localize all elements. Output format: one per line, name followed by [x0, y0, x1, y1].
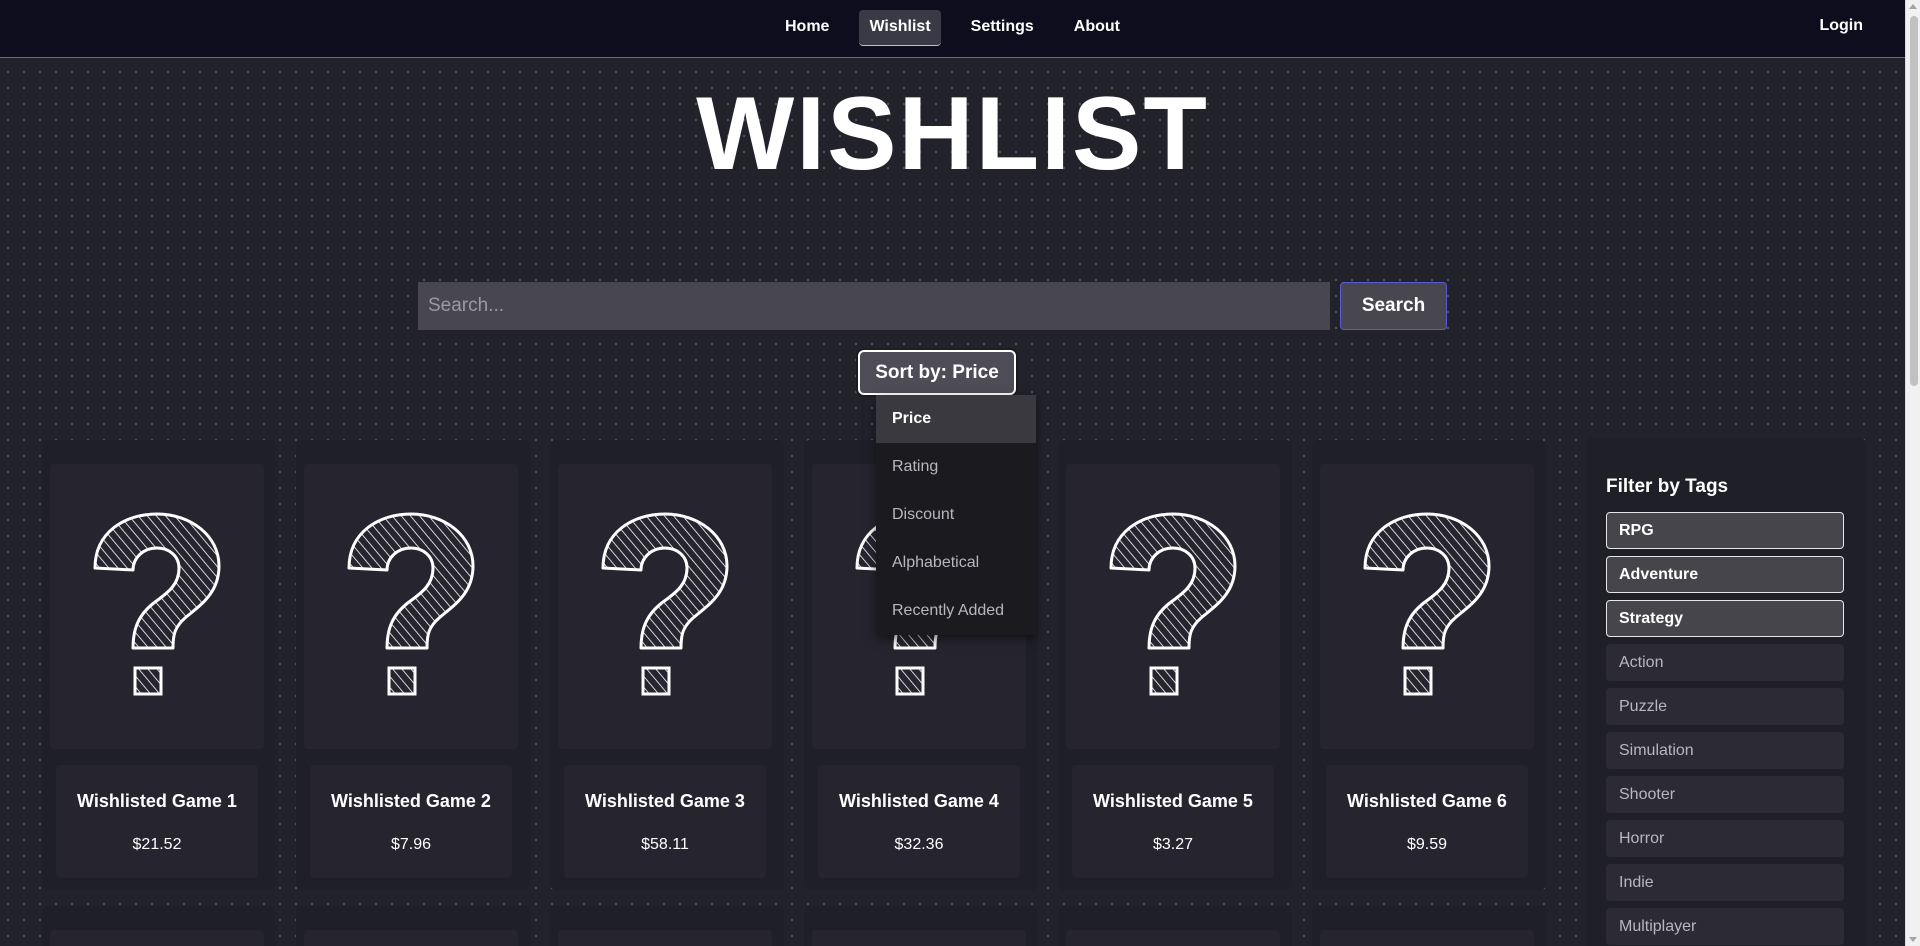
game-price: $3.27 [1152, 836, 1194, 853]
game-card-partial[interactable] [296, 906, 530, 946]
tag-simulation[interactable]: Simulation [1606, 732, 1844, 769]
sort-button[interactable]: Sort by: Price [858, 350, 1016, 395]
game-card[interactable]: Wishlisted Game 1 $21.52 [42, 440, 276, 890]
scroll-thumb[interactable] [1910, 16, 1918, 386]
game-title[interactable]: Wishlisted Game 1 [56, 791, 258, 812]
page-title: WISHLIST [696, 76, 1209, 192]
game-info: Wishlisted Game 6 $9.59 [1326, 765, 1528, 878]
game-title[interactable]: Wishlisted Game 4 [818, 791, 1020, 812]
game-card[interactable]: Wishlisted Game 6 $9.59 [1312, 440, 1546, 890]
nav-links: Home Wishlist Settings About [0, 10, 1905, 46]
nav-settings[interactable]: Settings [961, 10, 1044, 46]
tag-adventure[interactable]: Adventure [1606, 556, 1844, 593]
game-title[interactable]: Wishlisted Game 5 [1072, 791, 1274, 812]
search-button[interactable]: Search [1340, 282, 1447, 330]
game-title[interactable]: Wishlisted Game 6 [1326, 791, 1528, 812]
game-card-partial[interactable] [1058, 906, 1292, 946]
game-image[interactable] [1066, 464, 1280, 749]
game-info: Wishlisted Game 3 $58.11 [564, 765, 766, 878]
nav-about[interactable]: About [1064, 10, 1130, 46]
tag-shooter[interactable]: Shooter [1606, 776, 1844, 813]
tag-strategy[interactable]: Strategy [1606, 600, 1844, 637]
game-title[interactable]: Wishlisted Game 2 [310, 791, 512, 812]
sort-dropdown-menu: Price Rating Discount Alphabetical Recen… [876, 395, 1036, 635]
sort-option-recently-added[interactable]: Recently Added [876, 587, 1036, 635]
game-card-partial[interactable] [804, 906, 1038, 946]
game-price: $9.59 [1406, 836, 1448, 853]
sort-option-alphabetical[interactable]: Alphabetical [876, 539, 1036, 587]
game-info: Wishlisted Game 1 $21.52 [56, 765, 258, 878]
game-info: Wishlisted Game 5 $3.27 [1072, 765, 1274, 878]
game-image[interactable] [1320, 464, 1534, 749]
tag-puzzle[interactable]: Puzzle [1606, 688, 1844, 725]
game-card[interactable]: Wishlisted Game 2 $7.96 [296, 440, 530, 890]
game-price: $32.36 [894, 836, 944, 853]
sort-option-discount[interactable]: Discount [876, 491, 1036, 539]
game-card[interactable]: Wishlisted Game 3 $58.11 [550, 440, 784, 890]
game-card[interactable]: Wishlisted Game 5 $3.27 [1058, 440, 1292, 890]
tag-multiplayer[interactable]: Multiplayer [1606, 908, 1844, 945]
game-card-partial[interactable] [550, 906, 784, 946]
filter-panel: Filter by Tags RPG Adventure Strategy Ac… [1586, 438, 1866, 946]
nav-wishlist[interactable]: Wishlist [859, 10, 941, 46]
game-info: Wishlisted Game 2 $7.96 [310, 765, 512, 878]
nav-home[interactable]: Home [775, 10, 839, 46]
sort-option-price[interactable]: Price [876, 395, 1036, 443]
game-image[interactable] [304, 464, 518, 749]
page-scrollbar[interactable] [1905, 0, 1920, 946]
top-nav: Home Wishlist Settings About Login [0, 0, 1905, 58]
sort-option-rating[interactable]: Rating [876, 443, 1036, 491]
tag-indie[interactable]: Indie [1606, 864, 1844, 901]
game-title[interactable]: Wishlisted Game 3 [564, 791, 766, 812]
tag-horror[interactable]: Horror [1606, 820, 1844, 857]
tag-action[interactable]: Action [1606, 644, 1844, 681]
filter-title: Filter by Tags [1606, 476, 1729, 497]
scroll-up-arrow-icon[interactable] [1909, 4, 1917, 9]
game-price: $7.96 [390, 836, 432, 853]
tag-rpg[interactable]: RPG [1606, 512, 1844, 549]
game-info: Wishlisted Game 4 $32.36 [818, 765, 1020, 878]
game-card-partial[interactable] [1312, 906, 1546, 946]
game-price: $58.11 [641, 836, 689, 853]
scroll-down-arrow-icon[interactable] [1909, 937, 1917, 942]
game-price: $21.52 [132, 836, 182, 853]
game-card-partial[interactable] [42, 906, 276, 946]
login-link[interactable]: Login [1819, 17, 1863, 35]
search-input[interactable] [418, 282, 1330, 330]
tag-list: RPG Adventure Strategy Action Puzzle Sim… [1606, 512, 1844, 946]
game-image[interactable] [558, 464, 772, 749]
game-image[interactable] [50, 464, 264, 749]
